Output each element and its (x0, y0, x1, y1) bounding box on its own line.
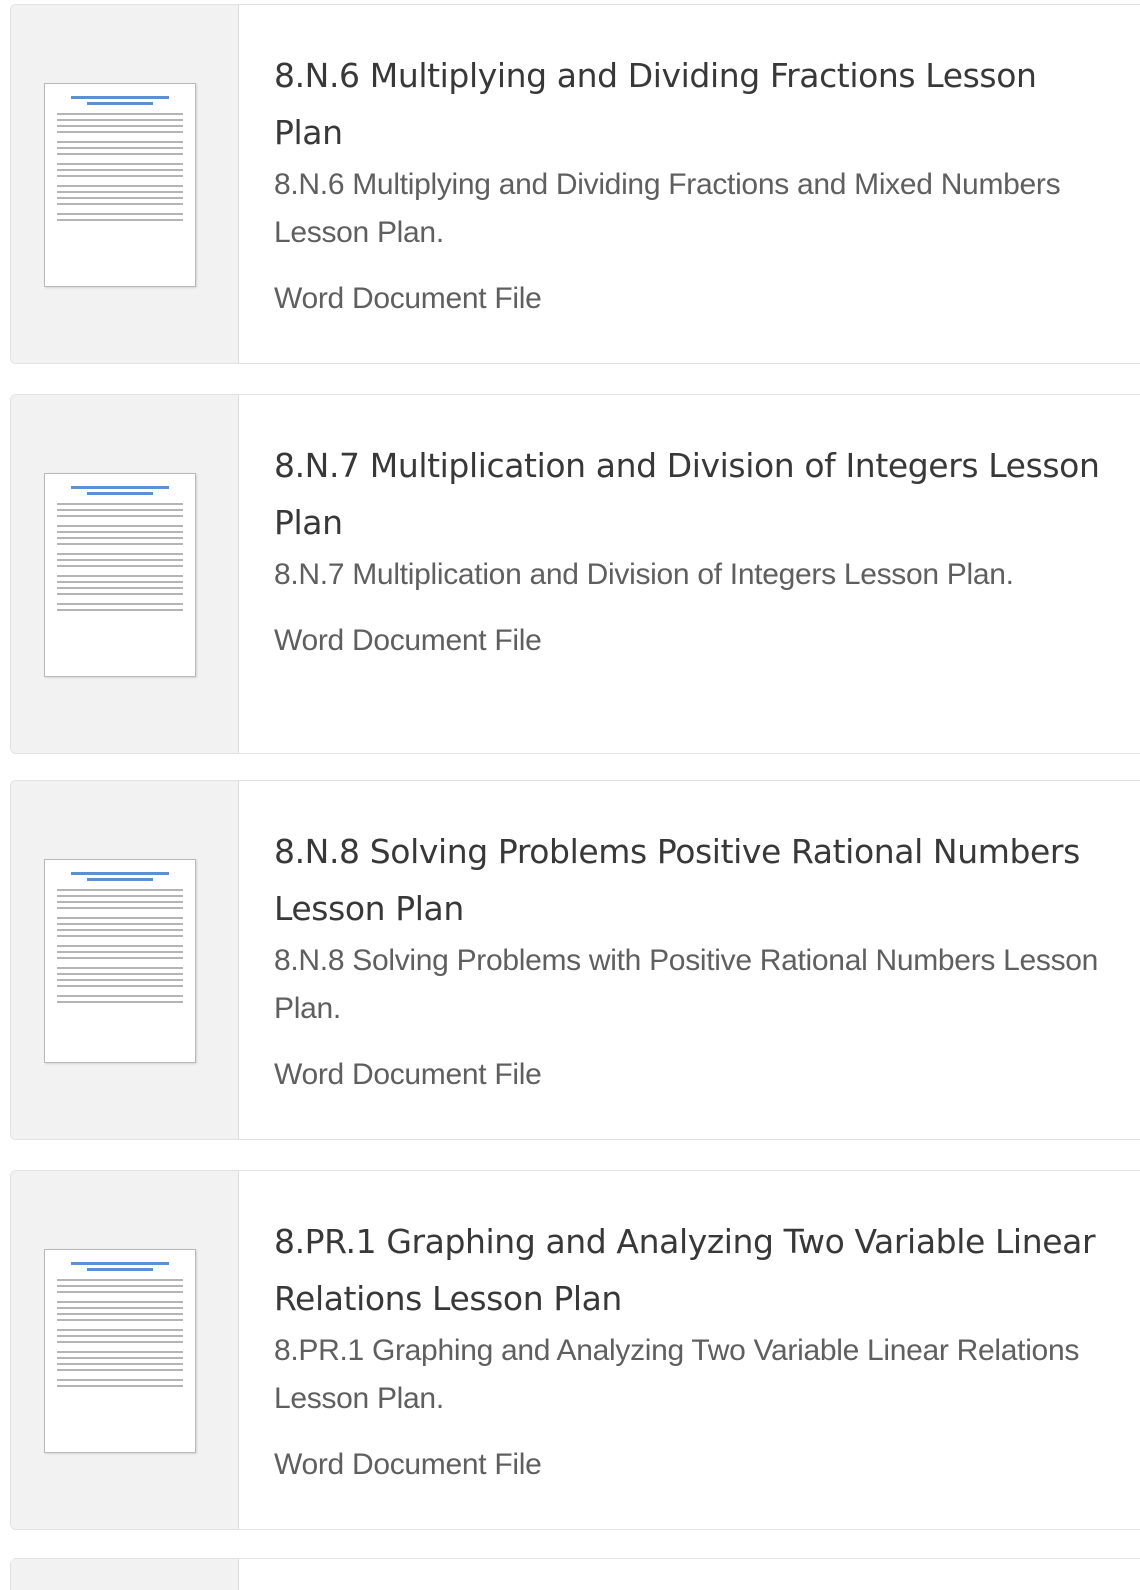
thumbnail-panel (11, 395, 239, 753)
resource-details: 8.N.8 Solving Problems Positive Rational… (239, 781, 1140, 1139)
file-type-label: Word Document File (274, 1058, 542, 1091)
file-type-label: Word Document File (274, 1448, 542, 1481)
document-thumbnail-icon[interactable] (44, 473, 196, 677)
resource-title-link[interactable]: 8.N.7 Multiplication and Division of Int… (274, 437, 1110, 551)
resource-details: 8.N.7 Multiplication and Division of Int… (239, 395, 1140, 753)
document-thumbnail-icon[interactable] (44, 83, 196, 287)
resource-card[interactable]: 8.N.8 Solving Problems Positive Rational… (10, 780, 1140, 1140)
resource-card[interactable]: 8.N.6 Multiplying and Dividing Fractions… (10, 4, 1140, 364)
document-thumbnail-icon[interactable] (44, 1249, 196, 1453)
thumbnail-panel (11, 1559, 239, 1590)
thumbnail-panel (11, 1171, 239, 1529)
thumbnail-panel (11, 5, 239, 363)
resource-description: 8.N.7 Multiplication and Division of Int… (274, 558, 1014, 591)
resource-title-link[interactable]: 8.N.6 Multiplying and Dividing Fractions… (274, 47, 1110, 161)
resource-description: 8.N.6 Multiplying and Dividing Fractions… (274, 168, 1061, 249)
resource-details: 8.N.6 Multiplying and Dividing Fractions… (239, 5, 1140, 363)
document-thumbnail-icon[interactable] (44, 859, 196, 1063)
file-type-label: Word Document File (274, 282, 542, 315)
file-type-label: Word Document File (274, 624, 542, 657)
resource-description: 8.PR.1 Graphing and Analyzing Two Variab… (274, 1334, 1080, 1415)
thumbnail-panel (11, 781, 239, 1139)
resource-card-partial (10, 1558, 1140, 1590)
resource-details: 8.PR.1 Graphing and Analyzing Two Variab… (239, 1171, 1140, 1529)
resource-list: 8.N.6 Multiplying and Dividing Fractions… (0, 0, 1140, 1590)
resource-title-link[interactable]: 8.N.8 Solving Problems Positive Rational… (274, 823, 1110, 937)
resource-card[interactable]: 8.PR.1 Graphing and Analyzing Two Variab… (10, 1170, 1140, 1530)
resource-card[interactable]: 8.N.7 Multiplication and Division of Int… (10, 394, 1140, 754)
resource-title-link[interactable]: 8.PR.1 Graphing and Analyzing Two Variab… (274, 1213, 1110, 1327)
resource-description: 8.N.8 Solving Problems with Positive Rat… (274, 944, 1099, 1025)
